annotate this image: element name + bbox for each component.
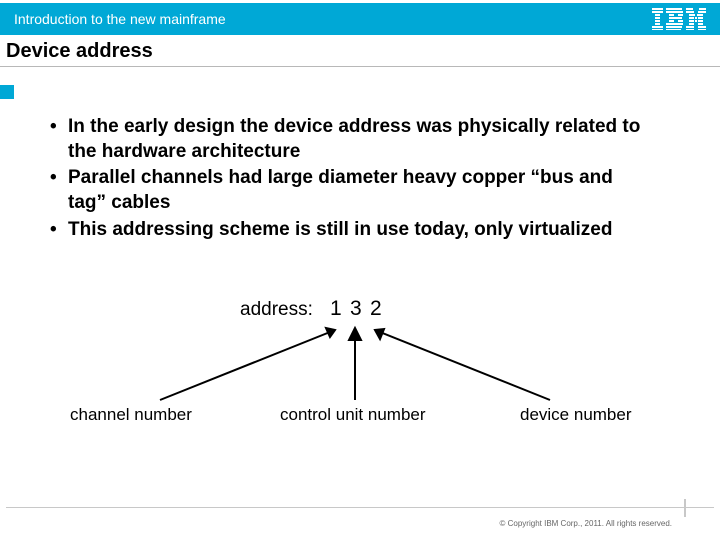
course-title: Introduction to the new mainframe	[14, 11, 226, 27]
digit-control-unit: 3	[350, 297, 362, 320]
list-item: Parallel channels had large diameter hea…	[50, 166, 650, 215]
arrow-control-unit-icon	[349, 328, 361, 400]
ibm-logo-icon	[652, 8, 706, 30]
list-item: This addressing scheme is still in use t…	[50, 218, 650, 243]
copyright: © Copyright IBM Corp., 2011. All rights …	[500, 519, 672, 528]
footer-divider	[6, 507, 714, 508]
caption-control-unit: control unit number	[280, 405, 426, 424]
digit-channel: 1	[330, 297, 342, 320]
arrow-channel-icon	[160, 328, 335, 400]
arrow-device-icon	[375, 329, 550, 400]
page-title: Device address	[6, 40, 153, 63]
topbar: Introduction to the new mainframe	[0, 3, 720, 35]
list-item: In the early design the device address w…	[50, 115, 650, 164]
title-divider	[0, 66, 720, 67]
caption-channel: channel number	[70, 405, 192, 424]
bullet-list: In the early design the device address w…	[50, 115, 650, 244]
digit-device: 2	[370, 297, 382, 320]
accent-square	[0, 85, 14, 99]
address-diagram: address: 1 3 2 channel number control un…	[70, 295, 650, 440]
footer-tick	[684, 499, 686, 517]
caption-device: device number	[520, 405, 632, 424]
slide: Introduction to the new mainframe	[0, 0, 720, 540]
address-label: address:	[240, 299, 313, 320]
